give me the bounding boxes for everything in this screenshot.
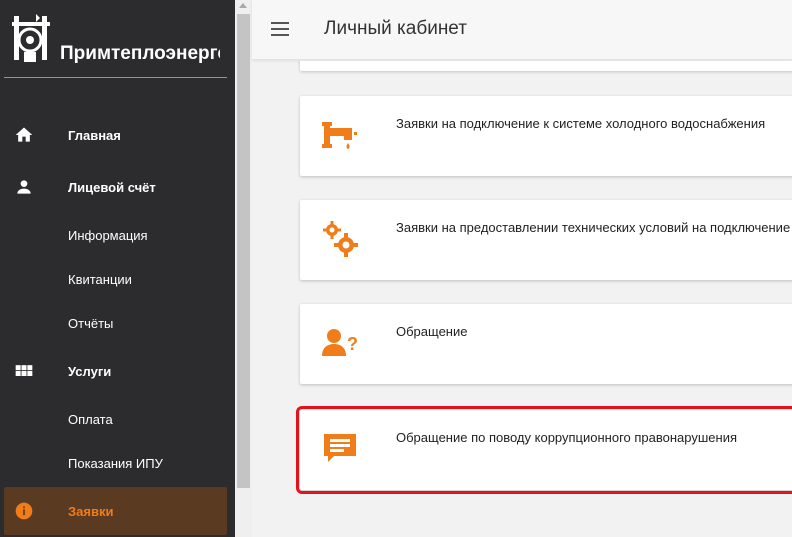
sidebar-item-reports[interactable]: Отчёты [4,299,227,347]
sidebar-item-payment[interactable]: Оплата [4,395,227,443]
sidebar-item-label: Информация [68,227,148,243]
page-title: Личный кабинет [324,18,467,39]
svg-text:?: ? [347,334,358,354]
scroll-up-arrow-icon[interactable] [239,3,247,8]
sidebar-item-label: Заявки [68,503,114,519]
menu-icon[interactable] [271,22,289,36]
brand[interactable]: Примтеплоэнерго [0,0,235,80]
header: Личный кабинет [252,0,792,60]
sidebar-item-label: Показания ИПУ [68,455,163,471]
card-title: Обращение [396,324,468,339]
info-icon [14,501,34,521]
home-icon [14,125,34,145]
card-corruption-report[interactable]: Обращение по поводу коррупционного право… [296,406,792,494]
person-question-icon: ? [322,329,358,356]
main-content: Заявки на подключение к системе холодног… [252,61,792,537]
card-title: Заявки на подключение к системе холодног… [396,116,766,131]
card-water-connection[interactable]: Заявки на подключение к системе холодног… [300,96,792,176]
sidebar-item-label: Услуги [68,363,112,379]
gears-icon [323,221,358,257]
card-title: Заявки на предоставлении технических усл… [396,220,791,235]
water-tap-icon [322,122,357,149]
sidebar-item-requests[interactable]: Заявки [4,487,227,535]
brand-name: Примтеплоэнерго [60,43,220,64]
sidebar-item-meter-readings[interactable]: Показания ИПУ [4,439,227,487]
person-icon [14,177,34,197]
sidebar-item-receipts[interactable]: Квитанции [4,255,227,303]
card-technical-conditions[interactable]: Заявки на предоставлении технических усл… [300,200,792,280]
sidebar-item-label: Оплата [68,411,113,427]
scroll-thumb[interactable] [237,14,250,488]
card-appeal[interactable]: ? Обращение [300,304,792,384]
sidebar-item-label: Отчёты [68,315,114,331]
card-partial[interactable] [300,61,792,71]
sidebar-item-services[interactable]: Услуги [4,347,227,395]
brand-divider [4,77,227,78]
sidebar-item-info[interactable]: Информация [4,211,227,259]
sidebar-item-home[interactable]: Главная [4,111,227,159]
grid-icon [14,361,34,381]
message-icon [324,434,356,462]
sidebar-item-label: Лицевой счёт [68,179,156,195]
card-title: Обращение по поводу коррупционного право… [396,430,737,445]
brand-logo-icon [12,14,50,62]
sidebar-item-label: Главная [68,127,121,143]
sidebar-item-account[interactable]: Лицевой счёт [4,163,227,211]
sidebar-scrollbar[interactable] [235,0,252,537]
sidebar-item-label: Квитанции [68,271,132,287]
sidebar: Примтеплоэнерго Главная Лицевой счёт Инф… [0,0,235,537]
